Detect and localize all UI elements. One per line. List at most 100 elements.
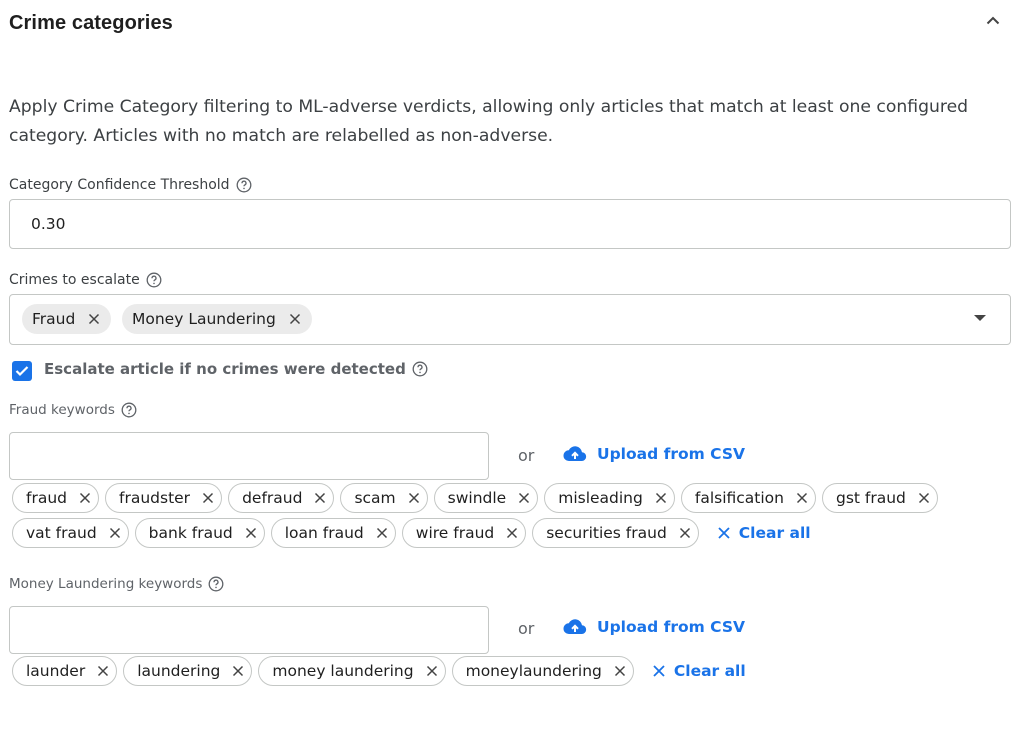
fraud-upload-csv-button[interactable]: Upload from CSV bbox=[563, 445, 745, 463]
close-icon bbox=[718, 527, 730, 539]
keyword-chip-label: misleading bbox=[558, 489, 643, 507]
close-icon[interactable] bbox=[613, 664, 627, 678]
help-circle-icon[interactable] bbox=[121, 402, 137, 418]
keyword-chip: swindle bbox=[433, 483, 539, 513]
keyword-chip: bank fraud bbox=[134, 518, 265, 548]
close-icon[interactable] bbox=[244, 526, 258, 540]
fraud-chip-row-2: vat fraud bank fraud loan fraud wire fra… bbox=[12, 518, 811, 548]
ml-chip-row: launder laundering money laundering mone… bbox=[12, 656, 746, 686]
threshold-input[interactable]: 0.30 bbox=[9, 199, 1011, 249]
keyword-chip-label: falsification bbox=[694, 489, 784, 507]
keyword-chip: defraud bbox=[228, 483, 335, 513]
keyword-chip: launder bbox=[12, 656, 118, 686]
help-circle-icon[interactable] bbox=[146, 272, 162, 288]
collapse-button[interactable] bbox=[983, 10, 1003, 30]
keyword-chip-label: money laundering bbox=[272, 662, 414, 680]
fraud-keywords-label: Fraud keywords bbox=[9, 402, 115, 418]
close-icon[interactable] bbox=[87, 312, 101, 326]
ml-keywords-label: Money Laundering keywords bbox=[9, 576, 203, 592]
keyword-chip: falsification bbox=[680, 483, 816, 513]
keyword-chip: wire fraud bbox=[401, 518, 527, 548]
keyword-chip: money laundering bbox=[258, 656, 446, 686]
crime-chip-fraud: Fraud bbox=[22, 304, 112, 334]
keyword-chip: moneylaundering bbox=[451, 656, 634, 686]
keyword-chip-label: bank fraud bbox=[148, 524, 233, 542]
crime-chip-label: Fraud bbox=[32, 310, 76, 328]
threshold-label: Category Confidence Threshold bbox=[9, 177, 230, 193]
close-icon[interactable] bbox=[407, 491, 421, 505]
fraud-keyword-input[interactable] bbox=[9, 432, 489, 480]
close-icon[interactable] bbox=[375, 526, 389, 540]
close-icon[interactable] bbox=[96, 664, 110, 678]
close-icon[interactable] bbox=[517, 491, 531, 505]
clear-all-label: Clear all bbox=[673, 662, 746, 680]
cloud-upload-icon bbox=[563, 619, 587, 635]
keyword-chip-label: scam bbox=[354, 489, 396, 507]
escalate-checkbox[interactable] bbox=[12, 361, 32, 381]
section-title: Crime categories bbox=[9, 12, 173, 34]
keyword-chip: laundering bbox=[123, 656, 253, 686]
escalate-checkbox-label[interactable]: Escalate article if no crimes were detec… bbox=[44, 360, 406, 378]
close-icon[interactable] bbox=[201, 491, 215, 505]
keyword-chip-label: gst fraud bbox=[835, 489, 906, 507]
keyword-chip-label: fraud bbox=[26, 489, 67, 507]
ml-clear-all-button[interactable]: Clear all bbox=[652, 662, 746, 680]
keyword-chip-label: swindle bbox=[447, 489, 507, 507]
check-icon bbox=[15, 366, 29, 377]
keyword-chip-label: loan fraud bbox=[284, 524, 364, 542]
upload-label: Upload from CSV bbox=[597, 618, 745, 636]
crimes-select[interactable]: Fraud Money Laundering bbox=[9, 294, 1011, 345]
section-description: Apply Crime Category filtering to ML-adv… bbox=[9, 97, 969, 146]
close-icon[interactable] bbox=[231, 664, 245, 678]
ml-keywords-label-row: Money Laundering keywords bbox=[9, 576, 224, 592]
crimes-label: Crimes to escalate bbox=[9, 272, 140, 288]
caret-down-icon[interactable] bbox=[974, 315, 986, 321]
keyword-chip: fraud bbox=[12, 483, 99, 513]
upload-label: Upload from CSV bbox=[597, 445, 745, 463]
fraud-keywords-label-row: Fraud keywords bbox=[9, 402, 137, 418]
clear-all-label: Clear all bbox=[738, 524, 811, 542]
keyword-chip: loan fraud bbox=[270, 518, 396, 548]
crime-chip-money-laundering: Money Laundering bbox=[122, 304, 312, 334]
keyword-chip-label: vat fraud bbox=[26, 524, 97, 542]
ml-keyword-input[interactable] bbox=[9, 606, 489, 654]
close-icon[interactable] bbox=[425, 664, 439, 678]
chevron-up-icon bbox=[986, 16, 1000, 24]
close-icon[interactable] bbox=[288, 312, 302, 326]
close-icon[interactable] bbox=[78, 491, 92, 505]
close-icon bbox=[653, 665, 665, 677]
close-icon[interactable] bbox=[678, 526, 692, 540]
crimes-label-row: Crimes to escalate bbox=[9, 272, 162, 288]
keyword-chip: scam bbox=[340, 483, 428, 513]
threshold-value: 0.30 bbox=[31, 215, 66, 233]
help-circle-icon[interactable] bbox=[208, 576, 224, 592]
keyword-chip: gst fraud bbox=[821, 483, 938, 513]
keyword-chip-label: laundering bbox=[137, 662, 221, 680]
close-icon[interactable] bbox=[505, 526, 519, 540]
keyword-chip-label: securities fraud bbox=[546, 524, 667, 542]
cloud-upload-icon bbox=[563, 446, 587, 462]
keyword-chip: misleading bbox=[544, 483, 675, 513]
or-text: or bbox=[518, 446, 535, 465]
close-icon[interactable] bbox=[313, 491, 327, 505]
keyword-chip: fraudster bbox=[105, 483, 223, 513]
close-icon[interactable] bbox=[917, 491, 931, 505]
fraud-clear-all-button[interactable]: Clear all bbox=[717, 524, 811, 542]
help-circle-icon[interactable] bbox=[412, 361, 428, 377]
close-icon[interactable] bbox=[654, 491, 668, 505]
close-icon[interactable] bbox=[795, 491, 809, 505]
keyword-chip-label: wire fraud bbox=[415, 524, 495, 542]
keyword-chip-label: fraudster bbox=[119, 489, 191, 507]
crime-chip-label: Money Laundering bbox=[132, 310, 276, 328]
keyword-chip-label: defraud bbox=[242, 489, 303, 507]
or-text: or bbox=[518, 619, 535, 638]
keyword-chip-label: launder bbox=[26, 662, 86, 680]
keyword-chip: securities fraud bbox=[532, 518, 699, 548]
keyword-chip-label: moneylaundering bbox=[465, 662, 602, 680]
threshold-label-row: Category Confidence Threshold bbox=[9, 177, 252, 193]
ml-upload-csv-button[interactable]: Upload from CSV bbox=[563, 618, 745, 636]
fraud-chip-row-1: fraud fraudster defraud scam swindle mis… bbox=[12, 483, 938, 513]
help-circle-icon[interactable] bbox=[236, 177, 252, 193]
escalate-checkbox-label-row: Escalate article if no crimes were detec… bbox=[44, 360, 428, 378]
close-icon[interactable] bbox=[108, 526, 122, 540]
